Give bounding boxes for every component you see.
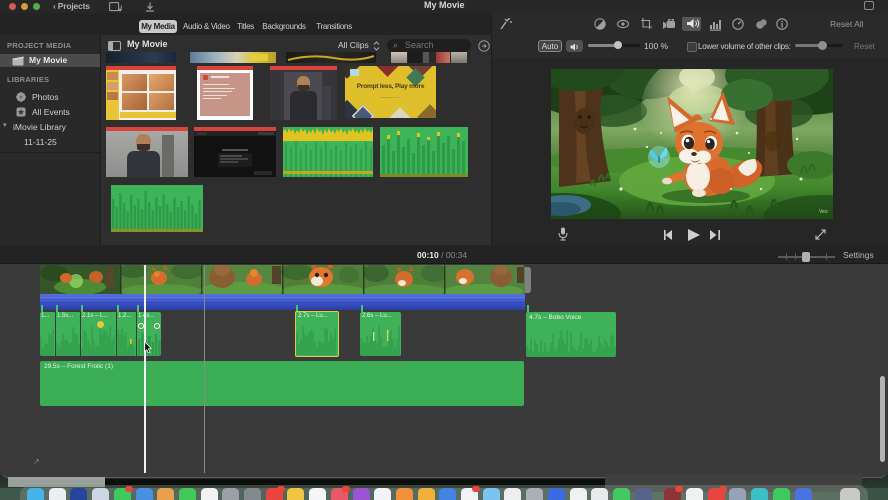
svg-text:Veo: Veo bbox=[819, 209, 828, 215]
